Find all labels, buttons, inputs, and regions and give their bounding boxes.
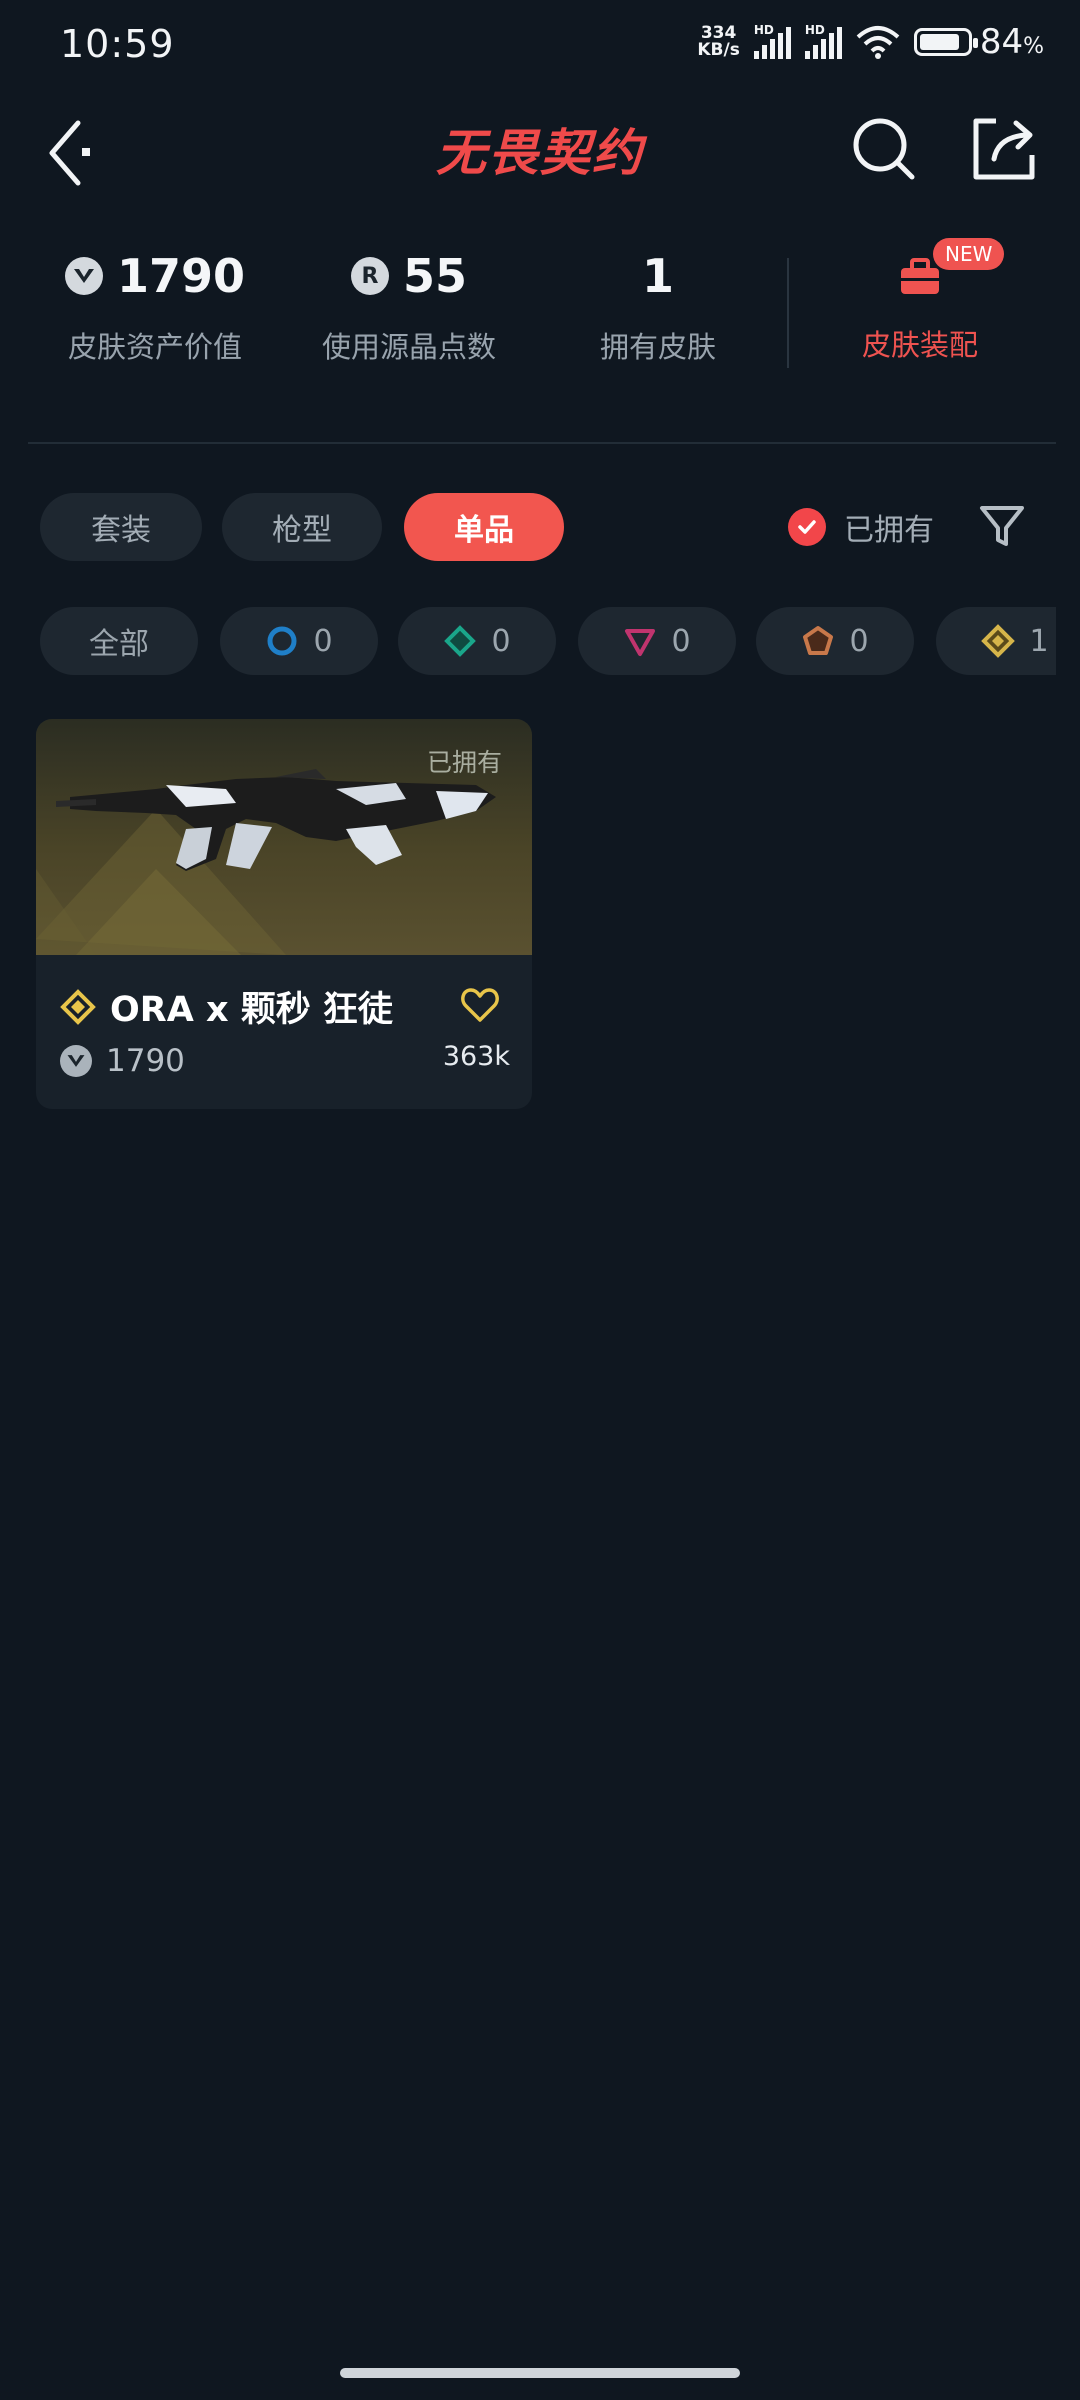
signal-icon-2: HD <box>804 23 842 59</box>
section-divider <box>28 442 1056 444</box>
stat-points-used: R 55 使用源晶点数 <box>321 249 496 364</box>
stats-panel: 1790 皮肤资产价值 R 55 使用源晶点数 1 拥有皮肤 皮肤装配 NEW <box>0 238 1080 400</box>
filter-icon <box>980 506 1024 546</box>
rarity-filter-row: 全部 0 0 0 0 1 <box>40 607 1056 675</box>
filter-button[interactable] <box>976 500 1028 552</box>
skin-equip-button[interactable]: 皮肤装配 NEW <box>840 238 1005 364</box>
stat-skins-owned: 1 拥有皮肤 <box>599 249 716 364</box>
tab-weapon-type[interactable]: 枪型 <box>222 493 382 561</box>
rarity-ultra-icon <box>981 624 1016 658</box>
skin-image: 已拥有 <box>36 719 532 955</box>
clock: 10:59 <box>60 22 175 66</box>
rarity-ultra-icon <box>60 988 96 1025</box>
favorite-button[interactable] <box>460 985 500 1025</box>
rarity-chip-select[interactable]: 0 <box>220 607 378 675</box>
vp-coin-icon <box>64 257 103 295</box>
signal-icon: HD <box>753 23 791 59</box>
search-icon <box>853 118 915 180</box>
rarity-select-icon <box>267 626 297 656</box>
rarity-chip-premium[interactable]: 0 <box>578 607 736 675</box>
battery-icon <box>913 28 978 56</box>
wifi-icon <box>856 26 900 59</box>
checkmark-icon <box>788 508 826 546</box>
share-button[interactable] <box>966 111 1042 187</box>
owned-filter-toggle[interactable]: 已拥有 <box>788 505 934 549</box>
search-button[interactable] <box>846 111 922 187</box>
rarity-chip-all[interactable]: 全部 <box>40 607 198 675</box>
divider <box>787 258 789 368</box>
view-count: 363k <box>442 1041 510 1072</box>
rarity-chip-exclusive[interactable]: 0 <box>756 607 914 675</box>
home-indicator[interactable] <box>340 2368 740 2378</box>
skin-title: ORA x 颗秒 狂徒 <box>110 990 393 1030</box>
owned-label: 已拥有 <box>426 748 502 777</box>
rarity-deluxe-icon <box>444 625 477 657</box>
status-icons: 334 KB/s HD HD 84% <box>697 22 1044 62</box>
share-icon <box>973 118 1035 180</box>
stat-asset-value: 1790 皮肤资产价值 <box>60 240 250 366</box>
network-speed: 334 KB/s <box>697 23 740 60</box>
battery: 84% <box>913 22 1044 62</box>
tab-single-items[interactable]: 单品 <box>404 493 564 561</box>
rarity-exclusive-icon <box>803 626 834 655</box>
rarity-premium-icon <box>625 629 656 656</box>
tab-sets[interactable]: 套装 <box>40 493 202 561</box>
rarity-chip-deluxe[interactable]: 0 <box>398 607 556 675</box>
heart-icon <box>461 988 499 1022</box>
vp-coin-icon <box>60 1045 92 1077</box>
app-header: 无畏契约 <box>0 95 1080 195</box>
new-badge: NEW <box>933 238 1005 270</box>
skin-price: 1790 <box>60 1043 185 1079</box>
radianite-coin-icon: R <box>350 257 389 295</box>
rarity-chip-ultra[interactable]: 1 <box>936 607 1056 675</box>
status-bar: 10:59 334 KB/s HD HD 84% <box>0 0 1080 90</box>
skin-card[interactable]: 已拥有 ORA x 颗秒 狂徒 1790 363k <box>36 719 532 1109</box>
